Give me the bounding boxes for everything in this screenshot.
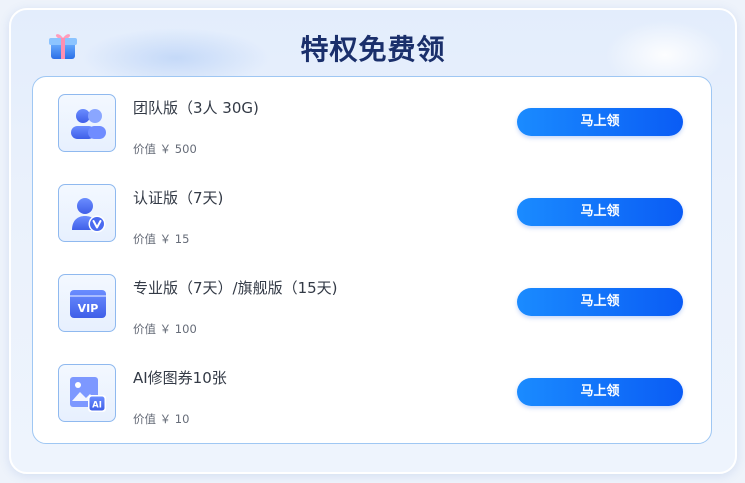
claim-button[interactable]: 马上领: [517, 198, 683, 226]
list-item: VIP 专业版（7天）/旗舰版（15天) 价值 ￥ 100 马上领: [33, 257, 711, 347]
page-title: 特权免费领: [300, 33, 446, 66]
list-item: AI AI修图券10张 价值 ￥ 10 马上领: [33, 347, 711, 437]
item-icon-box: VIP: [58, 274, 116, 332]
item-value: 价值 ￥ 15: [133, 232, 190, 246]
svg-text:VIP: VIP: [78, 302, 99, 315]
claim-button[interactable]: 马上领: [517, 378, 683, 406]
item-name: 专业版（7天）/旗舰版（15天): [133, 279, 338, 297]
item-name: AI修图券10张: [133, 369, 227, 387]
item-icon-box: [58, 94, 116, 152]
claim-button[interactable]: 马上领: [517, 288, 683, 316]
privilege-list: 团队版（3人 30G) 价值 ￥ 500 马上领 认证版（7天) 价值 ￥ 15…: [32, 76, 712, 444]
item-value: 价值 ￥ 500: [133, 142, 197, 156]
team-users-icon: [71, 109, 106, 139]
privilege-panel: 特权免费领 团队版（3人 30G) 价值 ￥ 500 马上领 认证版（7天) 价…: [9, 8, 737, 474]
list-item: 团队版（3人 30G) 价值 ￥ 500 马上领: [33, 77, 711, 167]
item-name: 团队版（3人 30G): [133, 99, 259, 117]
item-icon-box: [58, 184, 116, 242]
claim-button[interactable]: 马上领: [517, 108, 683, 136]
svg-text:AI: AI: [92, 401, 102, 411]
item-icon-box: AI: [58, 364, 116, 422]
item-value: 价值 ￥ 100: [133, 322, 197, 336]
item-value: 价值 ￥ 10: [133, 412, 190, 426]
vip-card-icon: VIP: [70, 290, 106, 318]
list-item: 认证版（7天) 价值 ￥ 15 马上领: [33, 167, 711, 257]
item-name: 认证版（7天): [133, 189, 224, 207]
verified-user-icon: [72, 198, 106, 233]
ai-image-icon: AI: [70, 377, 106, 412]
